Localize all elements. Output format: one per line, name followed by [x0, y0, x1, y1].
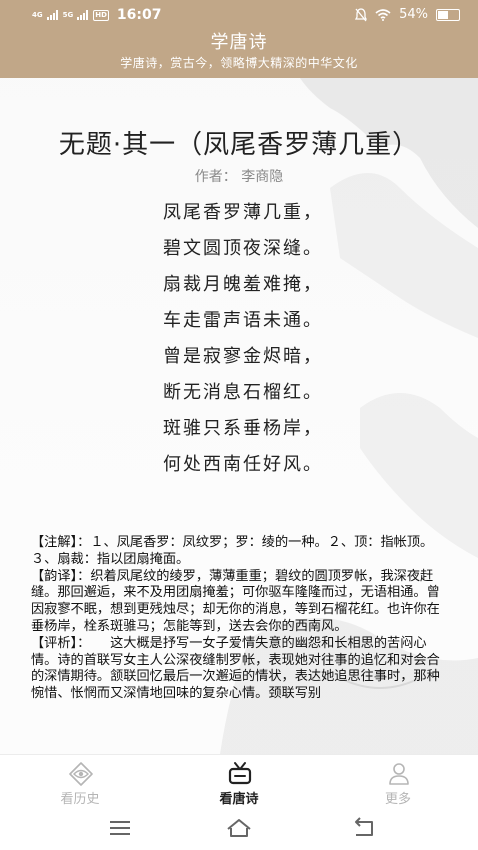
signal-4g: 4G	[32, 10, 43, 19]
signal-5g: 5G	[62, 10, 74, 19]
nav-tang-poems-label: 看唐诗	[219, 792, 259, 807]
poem-line: 何处西南任好风。	[163, 454, 323, 475]
eye-icon	[69, 762, 93, 786]
signal-icon	[46, 10, 58, 20]
system-nav-bar	[0, 808, 478, 850]
poem-line: 车走雷声语未通。	[163, 310, 323, 331]
nav-more[interactable]: 更多	[338, 755, 458, 809]
app-header: 学唐诗 学唐诗，赏古今，领略博大精深的中华文化	[0, 30, 478, 78]
menu-icon[interactable]	[106, 816, 134, 840]
app-subtitle: 学唐诗，赏古今，领略博大精深的中华文化	[120, 56, 358, 70]
poem-line: 碧文圆顶夜深缝。	[163, 238, 323, 259]
poem-content[interactable]: 无题·其一（凤尾香罗薄几重） 作者： 李商隐 凤尾香罗薄几重， 碧文圆顶夜深缝。…	[0, 78, 478, 754]
clock: 16:07	[116, 7, 162, 23]
analysis-text: 【评析】： 这大概是抒写一女子爱情失意的幽怨和长相思的苦闷心情。诗的首联写女主人…	[31, 635, 440, 702]
battery-percent: 54%	[399, 7, 428, 22]
battery-level	[438, 10, 448, 19]
hd-badge: HD	[93, 9, 109, 21]
battery-icon	[436, 8, 460, 21]
nav-tang-poems[interactable]: 看唐诗	[179, 755, 299, 809]
poem-line: 凤尾香罗薄几重，	[163, 202, 323, 223]
nav-more-label: 更多	[384, 792, 411, 807]
poem-line: 曾是寂寥金烬暗，	[163, 346, 323, 367]
nav-history-label: 看历史	[60, 792, 100, 807]
wifi-icon	[375, 8, 391, 21]
nav-history[interactable]: 看历史	[20, 755, 140, 809]
bottom-nav: 看历史 看唐诗 更多	[0, 754, 478, 809]
tv-icon	[228, 762, 252, 785]
poem-author: 作者： 李商隐	[194, 169, 284, 185]
home-icon[interactable]	[225, 816, 253, 840]
status-bar: 4G 5G HD 16:07 54%	[0, 0, 478, 30]
poem-line: 断无消息石榴红。	[163, 382, 323, 403]
status-right: 54%	[355, 7, 460, 22]
back-icon[interactable]	[350, 816, 378, 840]
annotation-text: 【注解】：１、凤尾香罗：凤纹罗；罗：绫的一种。２、顶：指帐顶。３、扇裁：指以团扇…	[31, 535, 434, 567]
mute-icon	[355, 7, 368, 21]
poem-line: 扇裁月魄羞难掩，	[163, 274, 323, 295]
app-title: 学唐诗	[210, 32, 268, 53]
poem-title: 无题·其一（凤尾香罗薄几重）	[58, 130, 420, 160]
poem-line: 斑骓只系垂杨岸，	[163, 418, 323, 439]
user-icon	[389, 763, 409, 785]
status-left: 4G 5G HD 16:07	[32, 7, 162, 23]
poem-notes: 【注解】：１、凤尾香罗：凤纹罗；罗：绫的一种。２、顶：指帐顶。３、扇裁：指以团扇…	[31, 535, 445, 703]
translation-text: 【韵译】：织着凤尾纹的绫罗，薄薄重重；碧纹的圆顶罗帐，我深夜赶缝。那回邂逅，来不…	[31, 568, 440, 634]
poem-lines: 凤尾香罗薄几重， 碧文圆顶夜深缝。 扇裁月魄羞难掩， 车走雷声语未通。 曾是寂寥…	[0, 202, 478, 490]
signal-icon	[77, 10, 89, 20]
